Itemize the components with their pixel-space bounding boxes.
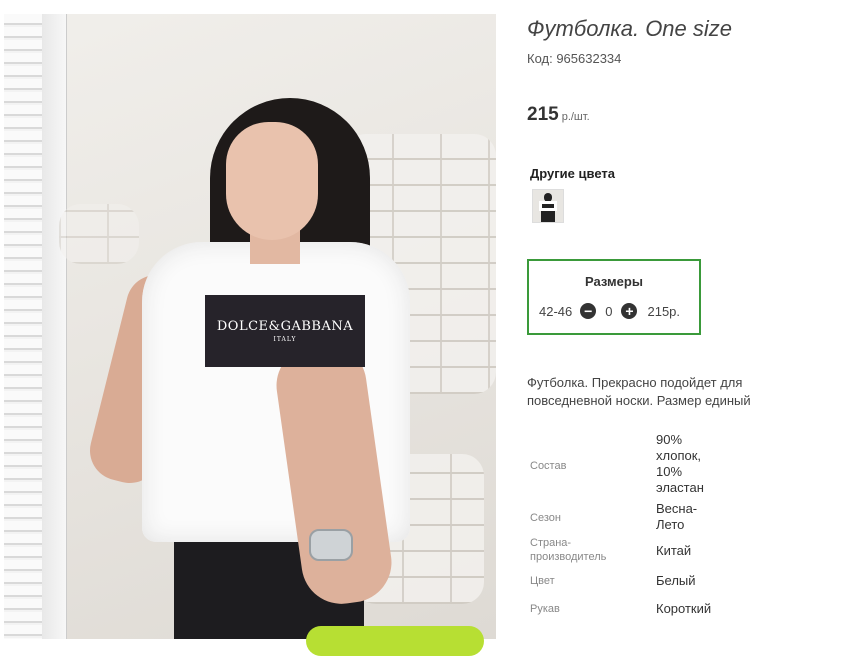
size-row: 42-46 − 0 + 215р. — [539, 303, 680, 319]
price-unit: р./шт. — [561, 111, 590, 123]
add-to-cart-button[interactable] — [306, 626, 484, 656]
product-code: Код: 965632334 — [527, 51, 622, 66]
tshirt-print-sub: ITALY — [273, 336, 297, 343]
size-label: 42-46 — [539, 303, 573, 319]
plus-circle-icon[interactable]: + — [621, 303, 638, 319]
window-frame — [42, 14, 67, 639]
spec-value: 90% хлопок, 10% эластан — [656, 432, 704, 495]
spec-value: Весна-Лето — [656, 501, 698, 532]
size-quantity: 0 — [605, 303, 613, 319]
spec-key: Сезон — [530, 512, 561, 524]
thumb-print — [542, 204, 554, 208]
spec-key: Цвет — [530, 575, 555, 587]
sizes-box: Размеры 42-46 − 0 + 215р. — [527, 259, 701, 335]
product-title: Футболка. One size — [527, 16, 733, 41]
spec-key: Состав — [530, 460, 567, 472]
model-watch — [309, 529, 353, 561]
model-face — [226, 122, 318, 240]
brick-wall-patch — [59, 204, 139, 264]
thumb-pants — [541, 211, 555, 222]
product-photo[interactable]: DOLCE&GABBANA ITALY — [4, 14, 496, 639]
spec-value: Короткий — [656, 601, 712, 616]
color-variant-thumbnail[interactable] — [532, 189, 564, 223]
minus-circle-icon[interactable]: − — [580, 303, 597, 319]
product-price: 215 р./шт. — [527, 104, 590, 126]
spec-value: Белый — [656, 573, 696, 588]
price-value: 215 — [527, 104, 559, 125]
spec-key: Страна-производитель — [530, 537, 607, 563]
window-shutter — [4, 14, 44, 639]
spec-key: Рукав — [530, 603, 560, 615]
tshirt-print: DOLCE&GABBANA ITALY — [205, 295, 365, 367]
sizes-heading: Размеры — [585, 274, 643, 289]
other-colors-heading: Другие цвета — [530, 166, 615, 181]
spec-value: Китай — [656, 543, 692, 558]
size-price: 215р. — [647, 303, 681, 319]
tshirt-print-brand: DOLCE&GABBANA — [216, 319, 354, 334]
product-description: Футболка. Прекрасно подойдет для повседн… — [527, 375, 751, 408]
